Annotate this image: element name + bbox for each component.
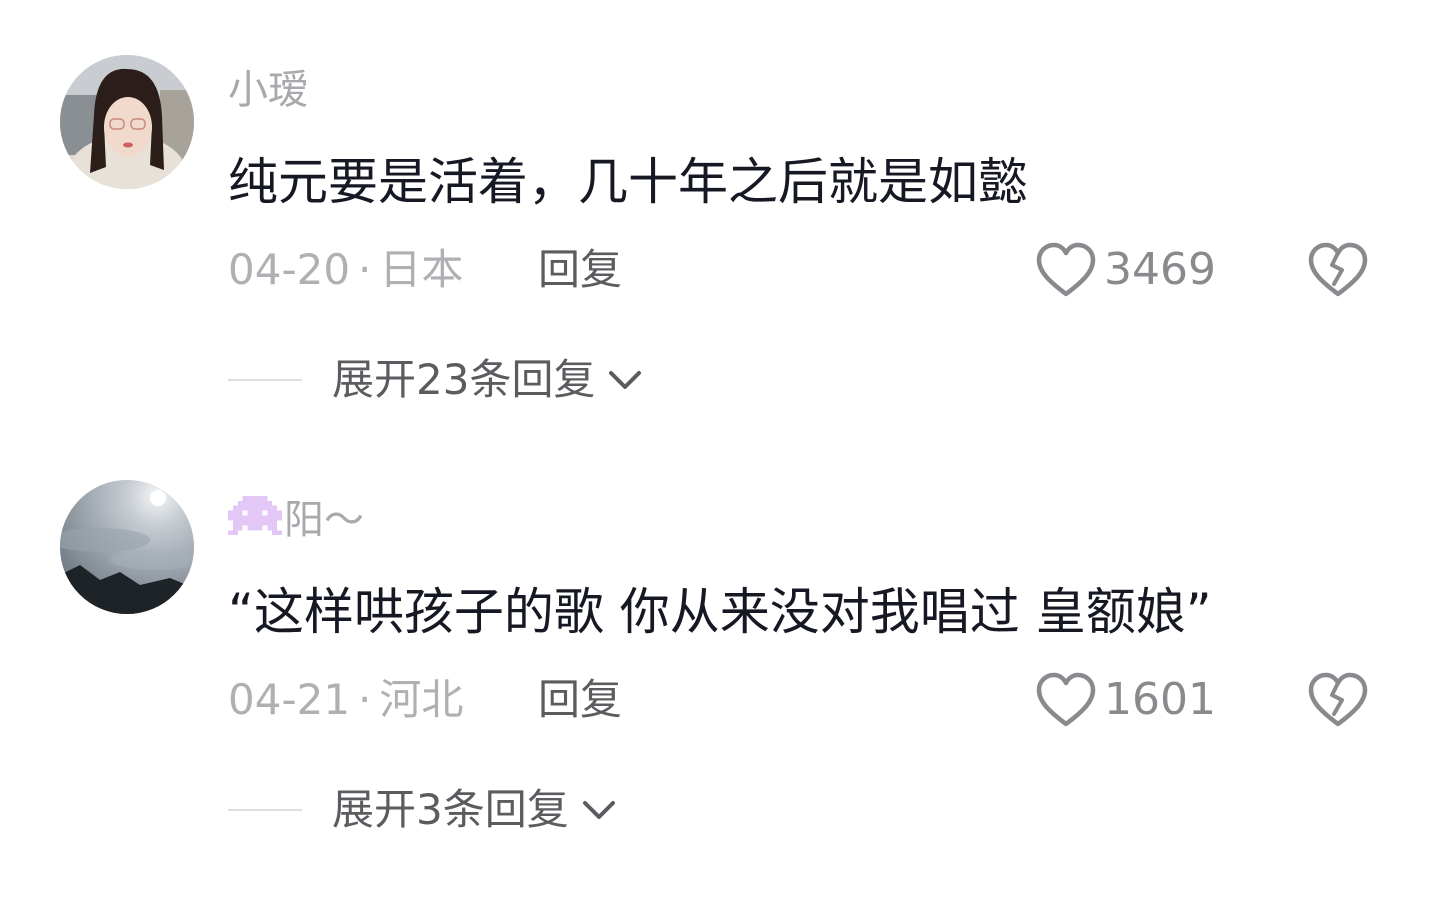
expand-replies-label: 展开23条回复 [332, 355, 596, 404]
heart-outline-icon [1036, 672, 1096, 727]
expand-replies-button[interactable]: 展开23条回复 [228, 352, 645, 408]
avatar-photo-icon [60, 55, 194, 189]
comment-item: 阳～ “这样哄孩子的歌 你从来没对我唱过 皇额娘” 04-21 · 河北 回复 16… [0, 430, 1440, 899]
avatar[interactable] [60, 55, 194, 189]
reply-button[interactable]: 回复 [538, 244, 622, 296]
like-count: 1601 [1104, 674, 1216, 725]
chevron-down-icon [609, 371, 642, 389]
username-text: 阳～ [284, 497, 364, 543]
expand-replies-label: 展开3条回复 [332, 785, 569, 834]
like-button[interactable]: 1601 [1034, 668, 1216, 732]
comment-item: 小瑷 纯元要是活着，几十年之后就是如懿 04-20 · 日本 回复 3469 展开2… [0, 0, 1440, 430]
comment-location: 日本 [379, 245, 464, 294]
comment-text: 纯元要是活着，几十年之后就是如懿 [228, 153, 1028, 211]
avatar[interactable] [60, 480, 194, 614]
divider-line [228, 809, 302, 811]
chevron-down-icon [582, 801, 615, 819]
divider-line [228, 379, 302, 381]
username[interactable]: 阳～ [228, 495, 364, 545]
username[interactable]: 小瑷 [228, 66, 308, 114]
comment-date: 04-21 [228, 675, 351, 724]
broken-heart-icon [1308, 242, 1368, 297]
pixel-invader-icon [228, 495, 282, 536]
comment-text: “这样哄孩子的歌 你从来没对我唱过 皇额娘” [228, 583, 1212, 641]
meta-separator: · [358, 245, 372, 294]
meta-separator: · [358, 675, 372, 724]
avatar-photo-icon [60, 480, 194, 614]
comment-meta: 04-20 · 日本 [228, 244, 463, 296]
comment-location: 河北 [379, 675, 464, 724]
dislike-button[interactable] [1306, 668, 1370, 730]
like-button[interactable]: 3469 [1034, 238, 1216, 302]
heart-outline-icon [1036, 242, 1096, 297]
comment-date: 04-20 [228, 245, 351, 294]
broken-heart-icon [1308, 672, 1368, 727]
like-count: 3469 [1104, 244, 1216, 295]
dislike-button[interactable] [1306, 238, 1370, 300]
comment-meta: 04-21 · 河北 [228, 674, 463, 726]
reply-button[interactable]: 回复 [538, 674, 622, 726]
expand-replies-button[interactable]: 展开3条回复 [228, 782, 619, 838]
